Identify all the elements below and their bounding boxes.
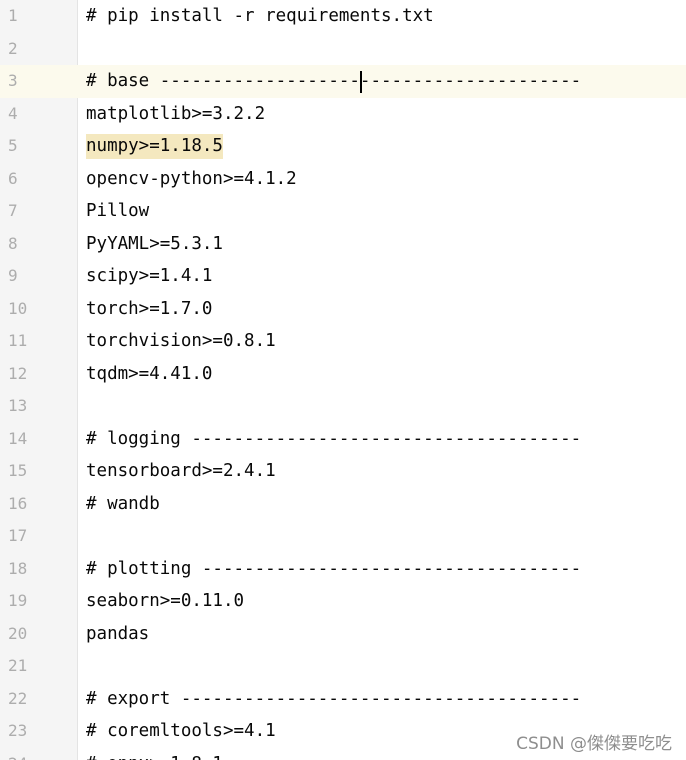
line-number: 13	[8, 396, 28, 415]
code-line[interactable]: 11 torchvision>=0.8.1	[0, 325, 686, 358]
code-line[interactable]: 3 # base --------------------------------…	[0, 65, 686, 98]
code-line[interactable]: 20 pandas	[0, 618, 686, 651]
code-text[interactable]: scipy>=1.4.1	[86, 260, 212, 293]
code-text[interactable]: # plotting -----------------------------…	[86, 553, 581, 586]
code-line[interactable]: 13	[0, 390, 686, 423]
code-line[interactable]: 12 tqdm>=4.41.0	[0, 358, 686, 391]
code-line[interactable]: 8 PyYAML>=5.3.1	[0, 228, 686, 261]
code-line[interactable]: 7 Pillow	[0, 195, 686, 228]
editor-lines[interactable]: 1 # pip install -r requirements.txt 2 3 # ba…	[0, 0, 686, 760]
line-number: 6	[8, 168, 18, 188]
highlighted-code-text[interactable]: numpy>=1.18.5	[86, 134, 223, 159]
code-text[interactable]: # logging ------------------------------…	[86, 423, 581, 456]
code-line[interactable]: 21	[0, 650, 686, 683]
line-number: 21	[8, 656, 28, 675]
line-number: 11	[8, 331, 28, 350]
code-text[interactable]: torch>=1.7.0	[86, 293, 212, 326]
line-number: 20	[8, 623, 28, 643]
code-text[interactable]: numpy>=1.18.5	[86, 130, 223, 163]
line-number: 16	[8, 493, 28, 513]
code-line[interactable]: 6 opencv-python>=4.1.2	[0, 163, 686, 196]
line-number: 15	[8, 461, 28, 480]
line-number: 8	[8, 233, 18, 253]
line-number: 10	[8, 298, 28, 318]
code-text[interactable]: tqdm>=4.41.0	[86, 358, 212, 391]
text-caret	[360, 71, 362, 93]
code-line[interactable]: 15 tensorboard>=2.4.1	[0, 455, 686, 488]
code-line[interactable]: 1 # pip install -r requirements.txt	[0, 0, 686, 33]
line-number: 18	[8, 558, 28, 578]
code-text[interactable]: torchvision>=0.8.1	[86, 325, 276, 358]
code-text[interactable]: PyYAML>=5.3.1	[86, 228, 223, 261]
code-text[interactable]: # onnx>=1.8.1	[86, 748, 223, 760]
line-number: 22	[8, 688, 28, 708]
code-editor[interactable]: 1 # pip install -r requirements.txt 2 3 # ba…	[0, 0, 686, 760]
code-text[interactable]: # coremltools>=4.1	[86, 715, 276, 748]
code-text[interactable]: # export -------------------------------…	[86, 683, 581, 716]
code-line[interactable]: 2	[0, 33, 686, 66]
code-line[interactable]: 18 # plotting ---------------------------…	[0, 553, 686, 586]
code-text[interactable]: # wandb	[86, 488, 160, 521]
code-line[interactable]: 22 # export -----------------------------…	[0, 683, 686, 716]
code-text[interactable]: tensorboard>=2.4.1	[86, 455, 276, 488]
watermark: CSDN @傑傑要吃吃	[516, 734, 672, 754]
line-number: 23	[8, 721, 28, 740]
line-number: 7	[8, 201, 18, 220]
code-text[interactable]: # pip install -r requirements.txt	[86, 0, 434, 33]
line-number: 9	[8, 266, 18, 285]
code-line[interactable]: 17	[0, 520, 686, 553]
line-number: 12	[8, 363, 28, 383]
code-text[interactable]: Pillow	[86, 195, 149, 228]
code-line[interactable]: 9 scipy>=1.4.1	[0, 260, 686, 293]
line-number: 5	[8, 136, 18, 155]
line-number: 24	[0, 748, 78, 760]
code-text[interactable]: matplotlib>=3.2.2	[86, 98, 265, 131]
line-number: 4	[8, 103, 18, 123]
code-line[interactable]: 10 torch>=1.7.0	[0, 293, 686, 326]
line-number: 2	[8, 38, 18, 58]
code-text[interactable]: seaborn>=0.11.0	[86, 585, 244, 618]
code-text[interactable]: opencv-python>=4.1.2	[86, 163, 297, 196]
line-number: 14	[8, 428, 28, 448]
line-number: 17	[8, 526, 28, 545]
line-number: 1	[8, 6, 18, 25]
line-number: 19	[8, 591, 28, 610]
line-number: 3	[0, 65, 78, 98]
code-line[interactable]: 16 # wandb	[0, 488, 686, 521]
code-line[interactable]: 19 seaborn>=0.11.0	[0, 585, 686, 618]
code-text[interactable]: pandas	[86, 618, 149, 651]
code-line[interactable]: 5 numpy>=1.18.5	[0, 130, 686, 163]
code-line[interactable]: 14 # logging ----------------------------…	[0, 423, 686, 456]
code-text[interactable]: # base ---------------------------------…	[86, 65, 581, 98]
code-line[interactable]: 4 matplotlib>=3.2.2	[0, 98, 686, 131]
